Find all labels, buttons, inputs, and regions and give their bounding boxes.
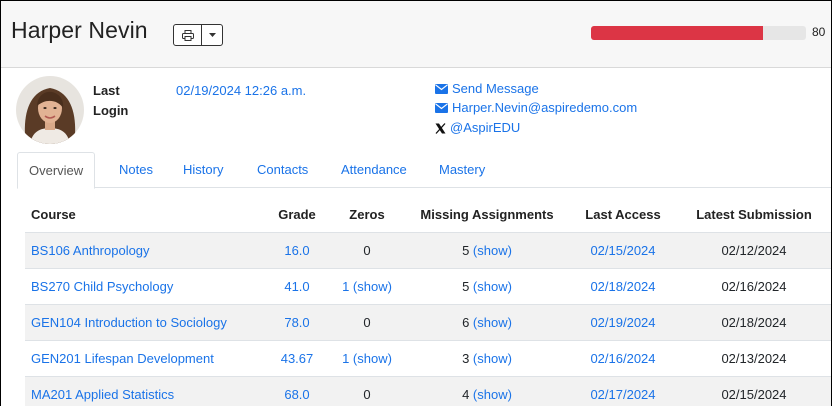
- column-header-latest-submission[interactable]: Latest Submission: [677, 197, 831, 233]
- print-button-group: [173, 24, 223, 46]
- envelope-icon: [435, 103, 448, 113]
- avatar: [16, 76, 84, 144]
- last-access-link[interactable]: 02/17/2024: [590, 387, 655, 402]
- latest-submission-value: 02/16/2024: [721, 279, 787, 294]
- send-message-label: Send Message: [452, 81, 539, 96]
- print-options-button[interactable]: [202, 25, 222, 45]
- course-link[interactable]: BS106 Anthropology: [31, 243, 150, 258]
- tab-notes[interactable]: Notes: [119, 152, 153, 187]
- last-access-link[interactable]: 02/16/2024: [590, 351, 655, 366]
- course-link[interactable]: GEN201 Lifespan Development: [31, 351, 214, 366]
- tab-history[interactable]: History: [183, 152, 223, 187]
- table-row: BS270 Child Psychology 41.0 1 (show) 5 (…: [25, 268, 831, 305]
- course-link[interactable]: GEN104 Introduction to Sociology: [31, 315, 227, 330]
- table-row: GEN201 Lifespan Development 43.67 1 (sho…: [25, 340, 831, 377]
- missing-show-link[interactable]: (show): [473, 279, 512, 294]
- tab-contacts[interactable]: Contacts: [257, 152, 308, 187]
- column-header-course[interactable]: Course: [25, 197, 265, 233]
- grade-progress-bar: [591, 26, 806, 40]
- x-logo-icon: [435, 122, 446, 134]
- student-tabs: Overview Notes History Contacts Attendan…: [17, 152, 831, 189]
- table-header-row: Course Grade Zeros Missing Assignments L…: [25, 197, 831, 233]
- grade-link[interactable]: 68.0: [284, 387, 309, 402]
- zeros-show-link[interactable]: 1 (show): [342, 279, 392, 294]
- missing-show-link[interactable]: (show): [473, 315, 512, 330]
- column-header-grade[interactable]: Grade: [265, 197, 329, 233]
- zeros-show-link[interactable]: 1 (show): [342, 351, 392, 366]
- envelope-icon: [435, 84, 448, 94]
- course-table: Course Grade Zeros Missing Assignments L…: [25, 197, 831, 406]
- latest-submission-value: 02/18/2024: [721, 315, 787, 330]
- missing-count: 6: [462, 315, 470, 330]
- last-access-link[interactable]: 02/15/2024: [590, 243, 655, 258]
- social-link[interactable]: @AspirEDU: [435, 119, 520, 137]
- zeros-value: 0: [363, 387, 371, 402]
- email-address: Harper.Nevin@aspiredemo.com: [452, 100, 638, 115]
- tab-overview[interactable]: Overview: [17, 152, 96, 189]
- latest-submission-value: 02/15/2024: [721, 387, 787, 402]
- last-access-link[interactable]: 02/18/2024: [590, 279, 655, 294]
- zeros-value: 0: [363, 243, 371, 258]
- latest-submission-value: 02/12/2024: [721, 243, 787, 258]
- caret-down-icon: [208, 33, 216, 37]
- tab-mastery[interactable]: Mastery: [439, 152, 485, 187]
- column-header-missing-assignments[interactable]: Missing Assignments: [405, 197, 569, 233]
- grade-link[interactable]: 16.0: [284, 243, 309, 258]
- missing-count: 3: [462, 351, 470, 366]
- table-row: BS106 Anthropology 16.0 0 5 (show) 02/15…: [25, 232, 831, 269]
- social-handle: @AspirEDU: [450, 120, 521, 135]
- last-access-link[interactable]: 02/19/2024: [590, 315, 655, 330]
- missing-show-link[interactable]: (show): [473, 351, 512, 366]
- grade-progress-value: 80: [812, 25, 826, 39]
- grade-link[interactable]: 43.67: [281, 351, 314, 366]
- column-header-last-access[interactable]: Last Access: [569, 197, 677, 233]
- missing-show-link[interactable]: (show): [473, 243, 512, 258]
- zeros-value: 0: [363, 315, 371, 330]
- grade-progress-fill: [591, 26, 763, 40]
- table-row: GEN104 Introduction to Sociology 78.0 0 …: [25, 304, 831, 341]
- student-header: Harper Nevin 80: [1, 1, 831, 68]
- table-row: MA201 Applied Statistics 68.0 0 4 (show)…: [25, 376, 831, 406]
- last-login-value: 02/19/2024 12:26 a.m.: [176, 83, 307, 98]
- latest-submission-value: 02/13/2024: [721, 351, 787, 366]
- student-panel: Harper Nevin 80 Last Login 02/19/2024 12…: [0, 0, 832, 406]
- student-name: Harper Nevin: [11, 17, 148, 43]
- email-link[interactable]: Harper.Nevin@aspiredemo.com: [435, 99, 637, 117]
- grade-link[interactable]: 78.0: [284, 315, 309, 330]
- missing-count: 4: [462, 387, 470, 402]
- column-header-zeros[interactable]: Zeros: [329, 197, 405, 233]
- tab-attendance[interactable]: Attendance: [341, 152, 407, 187]
- missing-count: 5: [462, 279, 470, 294]
- send-message-link[interactable]: Send Message: [435, 80, 539, 98]
- last-login-label: Last Login: [93, 83, 129, 118]
- course-link[interactable]: MA201 Applied Statistics: [31, 387, 174, 402]
- print-button[interactable]: [174, 25, 202, 45]
- missing-show-link[interactable]: (show): [473, 387, 512, 402]
- printer-icon: [181, 29, 194, 41]
- missing-count: 5: [462, 243, 470, 258]
- grade-link[interactable]: 41.0: [284, 279, 309, 294]
- course-link[interactable]: BS270 Child Psychology: [31, 279, 173, 294]
